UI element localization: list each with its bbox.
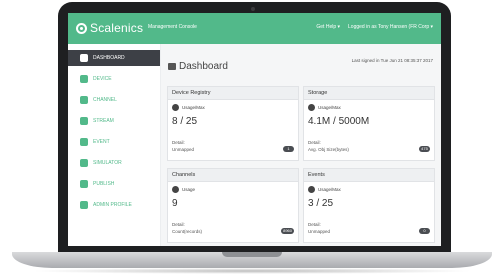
card-subtitle: Usage <box>172 186 195 193</box>
laptop-notch <box>222 252 282 257</box>
card-value: 8 / 25 <box>172 116 198 127</box>
simulator-icon <box>80 159 88 167</box>
count-badge: 8960 <box>281 228 294 234</box>
card-value: 3 / 25 <box>308 198 334 209</box>
chart-icon <box>80 117 88 125</box>
brand-logo[interactable]: Scalenics <box>76 21 143 35</box>
pie-icon <box>308 104 315 111</box>
file-icon <box>80 96 88 104</box>
sidebar-item-label: EVENT <box>93 139 110 145</box>
sidebar-item-publish[interactable]: PUBLISH <box>68 176 160 192</box>
card-title: Storage <box>304 87 434 100</box>
sidebar-item-channel[interactable]: CHANNEL <box>68 92 160 108</box>
user-icon <box>80 201 88 209</box>
card-detail-value: Avg. Obj Size(bytes) <box>308 147 349 152</box>
card-channels: Channels Usage 9 Detail: Count(records) … <box>167 168 299 243</box>
sidebar: DASHBOARD DEVICE CHANNEL STREAM EVENT SI… <box>68 44 161 246</box>
sidebar-item-label: DEVICE <box>93 76 112 82</box>
help-menu[interactable]: Get Help ▾ <box>316 24 340 30</box>
card-sub-label: Usage/Max <box>318 105 341 110</box>
card-title: Events <box>304 169 434 182</box>
logo-icon <box>76 22 87 34</box>
sidebar-item-admin-profile[interactable]: ADMIN PROFILE <box>68 197 160 213</box>
key-icon <box>80 75 88 83</box>
card-detail-label: Detail: <box>308 140 321 145</box>
card-subtitle: Usage/Max <box>172 104 205 111</box>
card-subtitle: Usage/Max <box>308 186 341 193</box>
last-signed-in: Last signed in Tue Jun 21 08:35:37 2017 <box>351 58 433 63</box>
card-subtitle: Usage/Max <box>308 104 341 111</box>
camera-icon <box>251 7 255 11</box>
gear-icon <box>80 138 88 146</box>
card-detail-label: Detail: <box>172 222 185 227</box>
count-badge: 0 <box>419 228 430 234</box>
sidebar-item-simulator[interactable]: SIMULATOR <box>68 155 160 171</box>
logo-text: Scalenics <box>90 21 144 35</box>
publish-icon <box>80 180 88 188</box>
sidebar-item-label: SIMULATOR <box>93 160 122 166</box>
sidebar-item-label: PUBLISH <box>93 181 115 187</box>
card-detail-value: Count(records) <box>172 229 203 234</box>
card-detail-label: Detail: <box>308 222 321 227</box>
gear-icon <box>308 186 315 193</box>
card-events: Events Usage/Max 3 / 25 Detail: Unmapped… <box>303 168 435 243</box>
user-menu[interactable]: Logged in as Tony Hansen (FR Corp ▾ <box>348 24 433 30</box>
card-sub-label: Usage <box>182 187 196 192</box>
sidebar-item-device[interactable]: DEVICE <box>68 71 160 87</box>
card-detail-value: Unmapped <box>308 229 331 234</box>
main-content: Dashboard Last signed in Tue Jun 21 08:3… <box>161 44 441 246</box>
count-badge: 1 <box>283 146 294 152</box>
card-device-registry: Device Registry Usage/Max 8 / 25 Detail:… <box>167 86 299 161</box>
sidebar-item-label: STREAM <box>93 118 114 124</box>
key-icon <box>172 104 179 111</box>
laptop-shadow <box>30 268 474 274</box>
dashboard-icon <box>80 54 88 62</box>
page-title: Dashboard <box>168 61 228 72</box>
card-detail-label: Detail: <box>172 140 185 145</box>
card-title: Device Registry <box>168 87 298 100</box>
top-navbar: Scalenics Management Console Get Help ▾ … <box>68 13 441 44</box>
card-sub-label: Usage/Max <box>318 187 341 192</box>
card-value: 9 <box>172 198 178 209</box>
sidebar-item-stream[interactable]: STREAM <box>68 113 160 129</box>
page-title-text: Dashboard <box>179 61 228 72</box>
management-console-link[interactable]: Management Console <box>148 24 197 30</box>
sidebar-item-event[interactable]: EVENT <box>68 134 160 150</box>
sidebar-item-label: DASHBOARD <box>93 55 125 61</box>
count-badge: 475 <box>419 146 430 152</box>
card-detail-value: Unmapped <box>172 147 195 152</box>
card-value: 4.1M / 5000M <box>308 116 370 127</box>
card-sub-label: Usage/Max <box>182 105 205 110</box>
app-screen: Scalenics Management Console Get Help ▾ … <box>68 13 441 246</box>
top-right-menu: Get Help ▾ Logged in as Tony Hansen (FR … <box>316 24 433 30</box>
database-icon <box>172 186 179 193</box>
sidebar-item-dashboard[interactable]: DASHBOARD <box>68 50 160 66</box>
sidebar-item-label: CHANNEL <box>93 97 117 103</box>
sidebar-item-label: ADMIN PROFILE <box>93 202 132 208</box>
dashboard-icon <box>168 63 176 70</box>
card-storage: Storage Usage/Max 4.1M / 5000M Detail: A… <box>303 86 435 161</box>
card-title: Channels <box>168 169 298 182</box>
